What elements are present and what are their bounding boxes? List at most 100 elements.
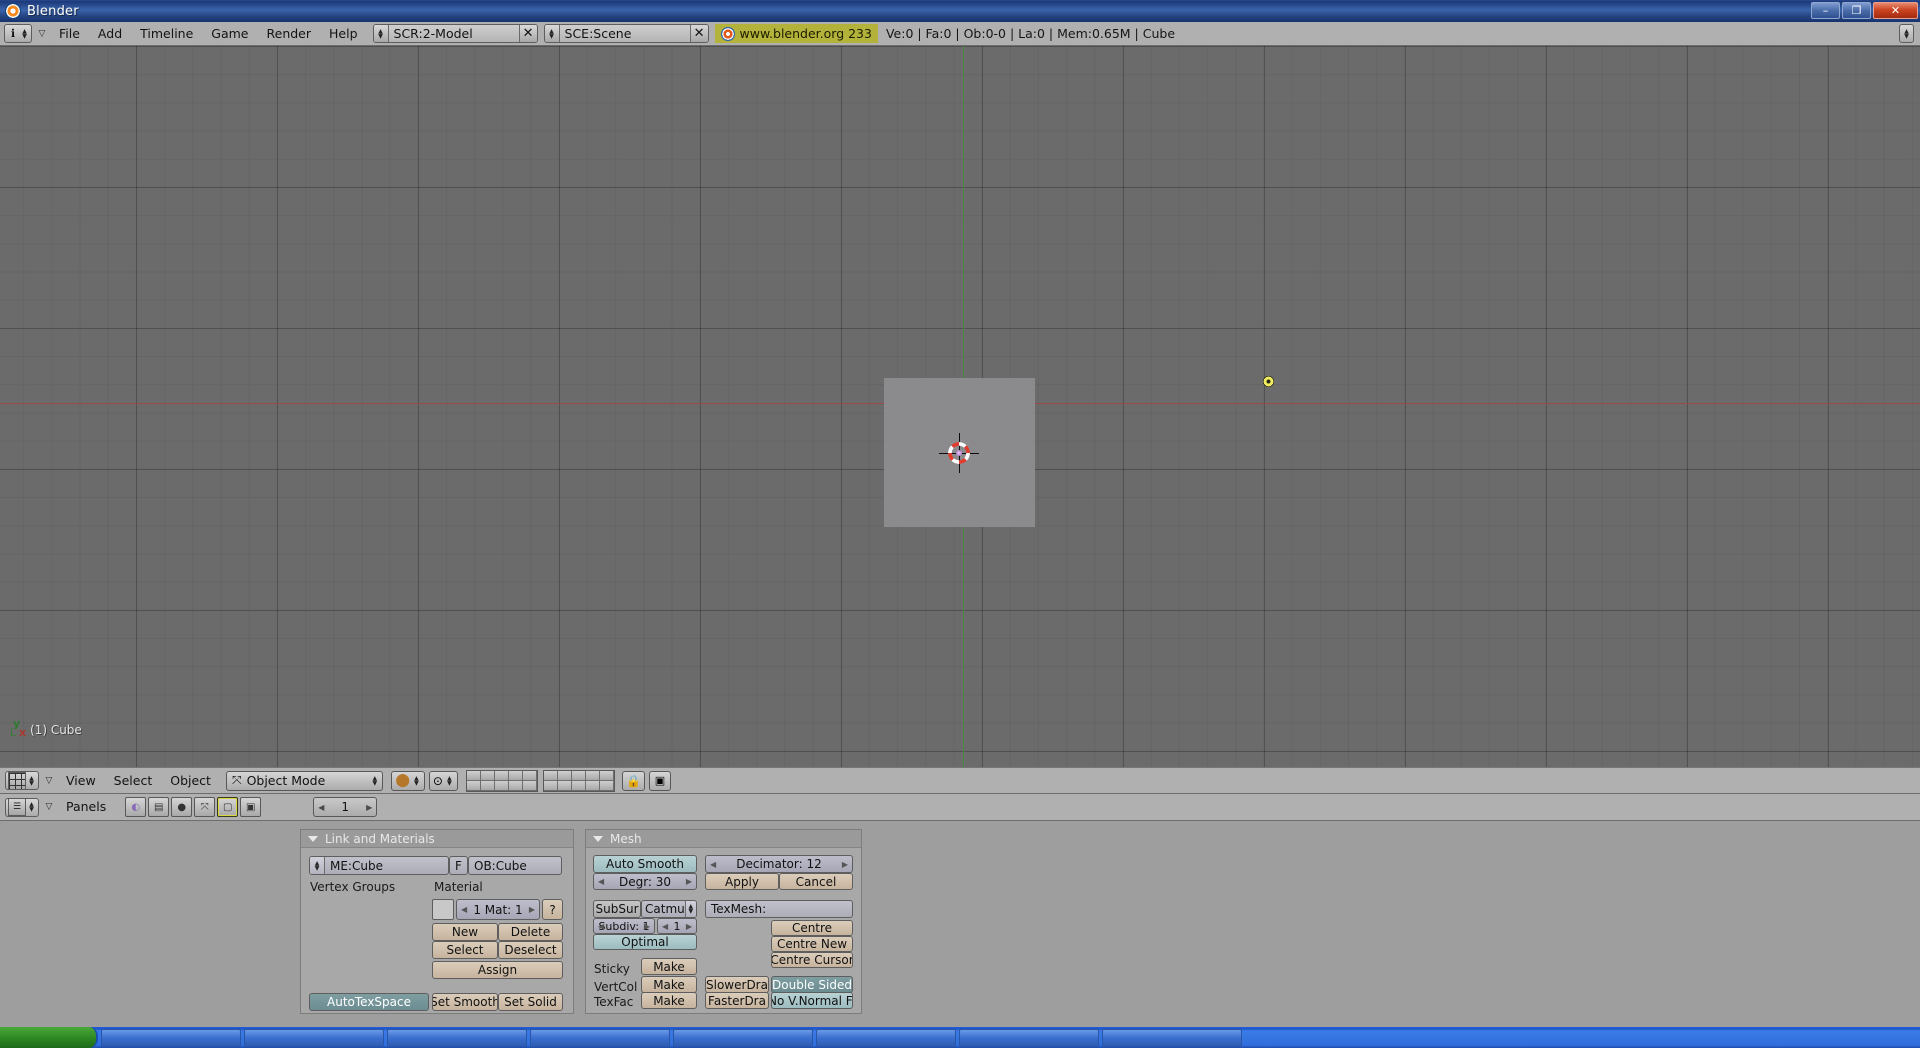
layer-cell[interactable] [544, 781, 558, 791]
subsurf-toggle-button[interactable]: SubSur [593, 900, 641, 918]
layer-cell[interactable] [600, 781, 614, 791]
material-index-slider[interactable]: ◀ 1 Mat: 1 ▶ [456, 899, 540, 920]
taskbar-item[interactable] [530, 1029, 670, 1047]
layer-cell[interactable] [572, 771, 586, 781]
panel-header-link-and-materials[interactable]: Link and Materials [301, 830, 573, 848]
menu-add[interactable]: Add [89, 22, 131, 46]
layer-cell[interactable] [558, 771, 572, 781]
material-help-button[interactable]: ? [542, 899, 563, 920]
browse-updown-icon[interactable]: ▲▼ [545, 25, 560, 42]
taskbar-item[interactable] [816, 1029, 956, 1047]
taskbar-item[interactable] [387, 1029, 527, 1047]
menu-file[interactable]: File [50, 22, 89, 46]
layer-cell[interactable] [544, 771, 558, 781]
3d-viewport[interactable]: y L x (1) Cube [0, 46, 1920, 767]
logic-context-icon[interactable]: ▤ [148, 797, 169, 817]
centre-cursor-button[interactable]: Centre Cursor [771, 952, 853, 968]
browse-updown-icon[interactable]: ▲▼ [374, 25, 389, 42]
subdiv-render-next-icon[interactable]: ▶ [686, 922, 692, 931]
frame-prev-icon[interactable]: ◀ [318, 803, 324, 812]
optimal-button[interactable]: Optimal [593, 934, 697, 950]
object-name-field[interactable]: OB:Cube [468, 856, 562, 875]
header-right-widget[interactable]: ▲▼ [1897, 24, 1916, 43]
layer-cell[interactable] [600, 771, 614, 781]
layer-cell[interactable] [509, 771, 523, 781]
lock-button[interactable]: 🔒 [622, 771, 645, 791]
mode-selector[interactable]: ⤧ Object Mode ▲▼ [226, 771, 383, 791]
decimator-cancel-button[interactable]: Cancel [779, 873, 853, 890]
deselect-button[interactable]: Deselect [498, 941, 563, 959]
centre-new-button[interactable]: Centre New [771, 936, 853, 952]
set-smooth-button[interactable]: Set Smooth [432, 993, 498, 1011]
subdiv-next-icon[interactable]: ▶ [644, 922, 650, 931]
vertcol-make-button[interactable]: Make [641, 976, 697, 993]
mat-prev-icon[interactable]: ◀ [461, 905, 467, 914]
assign-button[interactable]: Assign [432, 961, 563, 979]
select-button[interactable]: Select [432, 941, 498, 959]
material-color-swatch[interactable] [432, 899, 454, 920]
menu-game[interactable]: Game [202, 22, 257, 46]
layer-buttons[interactable] [466, 770, 620, 792]
set-solid-button[interactable]: Set Solid [498, 993, 563, 1011]
subdiv-render-prev-icon[interactable]: ◀ [662, 922, 668, 931]
header-scroll-button[interactable]: ▲▼ [1899, 24, 1914, 43]
panel-header-mesh[interactable]: Mesh [586, 830, 861, 848]
taskbar-item[interactable] [1102, 1029, 1242, 1047]
viewport-menu-select[interactable]: Select [105, 769, 162, 793]
subdiv-render-slider[interactable]: ◀ 1 ▶ [657, 918, 697, 934]
frame-field[interactable]: ◀ 1 ▶ [313, 797, 377, 817]
taskbar-item[interactable] [673, 1029, 813, 1047]
layer-cell[interactable] [558, 781, 572, 791]
object-context-icon[interactable]: ⤧ [194, 797, 215, 817]
slower-draw-button[interactable]: SlowerDra [705, 976, 769, 993]
viewport-menu-object[interactable]: Object [161, 769, 220, 793]
shading-context-icon[interactable]: ◐ [125, 797, 146, 817]
fake-user-button[interactable]: F [449, 856, 468, 875]
minimize-button[interactable]: – [1811, 2, 1840, 19]
auto-tex-space-button[interactable]: AutoTexSpace [309, 993, 429, 1011]
lamp-object-icon[interactable] [1263, 376, 1274, 387]
updown-chevron-icon[interactable]: ▲▼ [685, 901, 696, 917]
pivot-button[interactable]: ⊙ ▲▼ [429, 771, 458, 791]
buttons-window-type-selector[interactable]: ☰ ▲▼ [5, 798, 39, 817]
delete-scene-button[interactable]: ✕ [690, 25, 708, 42]
decimator-apply-button[interactable]: Apply [705, 873, 779, 890]
close-button[interactable]: ✕ [1873, 2, 1918, 19]
mat-next-icon[interactable]: ▶ [529, 905, 535, 914]
sticky-make-button[interactable]: Make [641, 958, 697, 975]
layer-cell[interactable] [586, 781, 600, 791]
subsurf-type-selector[interactable]: Catmu ▲▼ [641, 900, 697, 918]
scene-selector[interactable]: ▲▼ SCE:Scene ✕ [544, 24, 709, 43]
taskbar-item[interactable] [959, 1029, 1099, 1047]
delete-material-button[interactable]: Delete [498, 923, 563, 941]
new-material-button[interactable]: New [432, 923, 498, 941]
tex-mesh-field[interactable]: TexMesh: [705, 900, 853, 918]
delete-screen-button[interactable]: ✕ [519, 25, 537, 42]
menu-collapse-arrow-icon[interactable]: ▽ [41, 776, 57, 786]
menu-help[interactable]: Help [320, 22, 367, 46]
layer-cell[interactable] [523, 781, 537, 791]
taskbar-item[interactable] [101, 1029, 241, 1047]
degr-next-icon[interactable]: ▶ [686, 877, 692, 886]
menu-collapse-arrow-icon[interactable]: ▽ [34, 29, 50, 39]
viewport-window-type-selector[interactable]: ▲▼ [5, 771, 39, 790]
decimator-next-icon[interactable]: ▶ [842, 860, 848, 869]
screen-name-field[interactable]: SCR:2-Model [389, 25, 519, 42]
menu-render[interactable]: Render [258, 22, 321, 46]
layer-cell[interactable] [495, 781, 509, 791]
centre-button[interactable]: Centre [771, 920, 853, 936]
menu-collapse-arrow-icon[interactable]: ▽ [41, 802, 57, 812]
start-button[interactable] [0, 1027, 98, 1048]
menu-timeline[interactable]: Timeline [131, 22, 202, 46]
layer-cell[interactable] [481, 771, 495, 781]
frame-next-icon[interactable]: ▶ [366, 803, 372, 812]
subdiv-prev-icon[interactable]: ◀ [598, 922, 604, 931]
layer-cell[interactable] [467, 781, 481, 791]
panel-collapse-triangle-icon[interactable] [593, 836, 603, 842]
layer-cell[interactable] [467, 771, 481, 781]
double-sided-button[interactable]: Double Sided [771, 976, 853, 993]
viewport-menu-view[interactable]: View [57, 769, 105, 793]
degr-slider[interactable]: ◀ Degr: 30 ▶ [593, 873, 697, 890]
degr-prev-icon[interactable]: ◀ [598, 877, 604, 886]
maximize-button[interactable]: ❐ [1842, 2, 1871, 19]
